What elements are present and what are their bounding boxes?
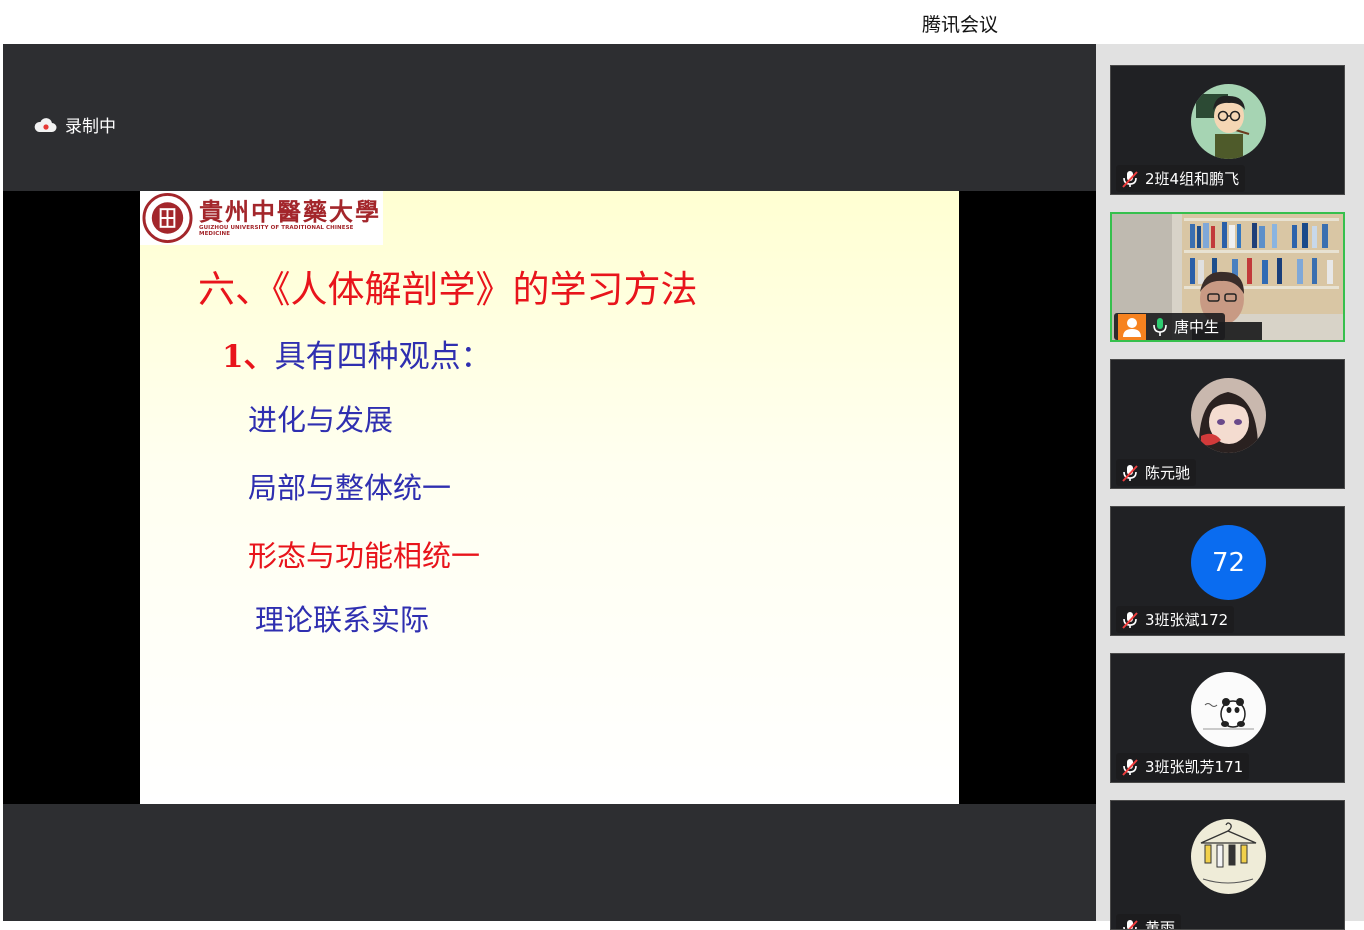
participant-tile[interactable]: 2班4组和鹏飞 [1110, 65, 1345, 195]
participant-name-tag: 唐中生 [1114, 313, 1225, 340]
participant-name: 黄雨 [1145, 917, 1175, 930]
participant-name-tag: 3班张斌172 [1116, 606, 1234, 633]
participant-name-tag: 2班4组和鹏飞 [1116, 165, 1245, 192]
title-bar: 腾讯会议 [0, 0, 1364, 44]
cartoon-teacher-icon [1191, 84, 1266, 159]
avatar-initials: 72 [1191, 525, 1266, 600]
university-logo: 貴州中醫藥大學 GUIZHOU UNIVERSITY OF TRADITIONA… [140, 191, 383, 245]
mic-muted-icon [1120, 169, 1140, 189]
avatar [1191, 378, 1266, 453]
anime-girl-icon [1191, 378, 1266, 453]
participant-tile[interactable]: 陈元驰 [1110, 359, 1345, 489]
university-seal-icon [142, 192, 193, 244]
slide-point-1: 进化与发展 [248, 397, 393, 439]
logo-chinese-name: 貴州中醫藥大學 [199, 199, 383, 225]
logo-english-name: GUIZHOU UNIVERSITY OF TRADITIONAL CHINES… [199, 225, 383, 237]
participant-tile[interactable]: 黄雨 [1110, 800, 1345, 930]
participant-name-tag: 黄雨 [1116, 914, 1181, 930]
participant-tile[interactable]: 72 3班张斌172 [1110, 506, 1345, 636]
participant-name: 3班张斌172 [1145, 609, 1228, 630]
slide-subtitle: 1、具有四种观点： [222, 331, 492, 376]
participant-tile-active[interactable]: 唐中生 [1110, 212, 1345, 342]
subtitle-number: 1、 [222, 339, 275, 375]
subtitle-text: 具有四种观点： [275, 339, 492, 375]
participant-tile[interactable]: 3班张凯芳171 [1110, 653, 1345, 783]
shared-screen: 貴州中醫藥大學 GUIZHOU UNIVERSITY OF TRADITIONA… [3, 191, 1096, 804]
slide-title: 六、《人体解剖学》的学习方法 [198, 259, 698, 313]
slide-point-3: 形态与功能相统一 [248, 533, 480, 575]
mic-muted-icon [1120, 757, 1140, 777]
recording-label: 录制中 [65, 112, 116, 137]
user-icon [1118, 314, 1146, 340]
avatar [1191, 84, 1266, 159]
participant-name-tag: 3班张凯芳171 [1116, 753, 1249, 780]
app-title: 腾讯会议 [922, 10, 998, 37]
participant-name-tag: 陈元驰 [1116, 459, 1196, 486]
recording-indicator[interactable]: 录制中 [33, 112, 116, 137]
slide-point-2: 局部与整体统一 [248, 465, 451, 507]
participants-panel: 2班4组和鹏飞 [1096, 44, 1364, 921]
panda-sketch-icon [1191, 672, 1266, 747]
mic-muted-icon [1120, 610, 1140, 630]
avatar [1191, 819, 1266, 894]
avatar [1191, 672, 1266, 747]
participant-name: 唐中生 [1174, 316, 1219, 337]
slide-point-4: 理论联系实际 [255, 597, 429, 639]
mic-muted-icon [1120, 918, 1140, 930]
participant-name: 2班4组和鹏飞 [1145, 168, 1239, 189]
mic-muted-icon [1120, 463, 1140, 483]
participant-name: 3班张凯芳171 [1145, 756, 1243, 777]
hanger-sketch-icon [1191, 819, 1266, 894]
participant-name: 陈元驰 [1145, 462, 1190, 483]
presentation-slide: 貴州中醫藥大學 GUIZHOU UNIVERSITY OF TRADITIONA… [140, 191, 959, 804]
mic-active-icon [1151, 317, 1169, 337]
cloud-icon [33, 117, 57, 133]
meeting-stage: 录制中 貴州中醫藥大學 GUIZHOU UNIVERSITY OF TRADIT… [3, 44, 1096, 921]
